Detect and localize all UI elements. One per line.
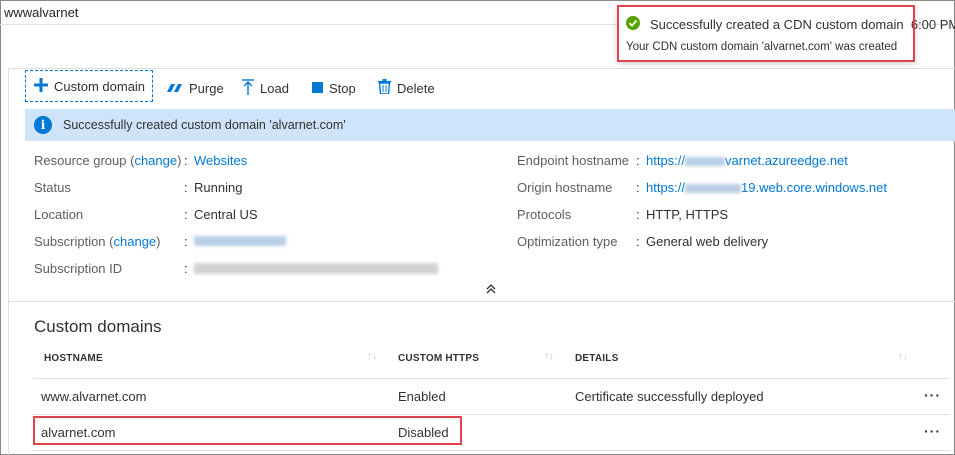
column-header-details[interactable]: DETAILS (575, 353, 618, 364)
subscription-change-link[interactable]: change (114, 234, 157, 249)
custom-domains-title: Custom domains (34, 317, 162, 336)
blade-left-border (8, 68, 9, 455)
origin-redacted (685, 184, 742, 194)
colon: : (184, 234, 188, 249)
trash-icon (378, 79, 391, 97)
colon: : (184, 261, 188, 276)
plus-icon (34, 77, 48, 95)
custom-domain-button[interactable]: Custom domain (25, 70, 153, 102)
protocols-label: Protocols (517, 207, 572, 222)
blade-top-border (8, 68, 955, 69)
https-cell: Enabled (398, 389, 446, 404)
row-divider (33, 414, 950, 415)
subscription-redacted[interactable] (194, 236, 286, 246)
custom-domain-label: Custom domain (54, 78, 146, 94)
toast-highlight-outline (617, 5, 915, 62)
details-cell: Certificate successfully deployed (575, 389, 764, 404)
delete-label: Delete (397, 80, 435, 96)
colon: : (184, 153, 188, 168)
colon: : (636, 207, 640, 222)
location-label: Location (34, 207, 84, 222)
stop-icon (312, 81, 323, 96)
collapse-essentials-icon[interactable] (486, 284, 496, 297)
column-header-hostname[interactable]: HOSTNAME (44, 353, 103, 364)
hostname-cell: www.alvarnet.com (41, 389, 147, 404)
colon: : (636, 153, 640, 168)
load-label: Load (260, 80, 289, 96)
subscription-label: Subscription (change) (34, 234, 161, 249)
toast-time: 6:00 PM (910, 17, 955, 32)
stop-button[interactable]: Stop (312, 73, 356, 103)
load-button[interactable]: Load (242, 73, 289, 103)
resource-group-change-link[interactable]: change (134, 153, 177, 168)
origin-hostname-label: Origin hostname (517, 180, 613, 195)
sort-icon[interactable]: ↑↓ (544, 351, 554, 362)
status-value: Running (194, 180, 243, 195)
column-header-custom-https[interactable]: CUSTOM HTTPS (398, 353, 479, 364)
info-banner: i Successfully created custom domain 'al… (25, 109, 955, 141)
resource-group-link[interactable]: Websites (194, 153, 247, 168)
load-icon (242, 78, 254, 98)
banner-message: Successfully created custom domain 'alva… (63, 118, 346, 132)
subscription-id-label: Subscription ID (34, 261, 123, 276)
optimization-type-value: General web delivery (646, 234, 769, 249)
delete-button[interactable]: Delete (378, 73, 435, 103)
info-icon: i (34, 116, 52, 134)
colon: : (636, 180, 640, 195)
window-title: wwwalvarnet (4, 5, 79, 20)
colon: : (184, 207, 188, 222)
more-options-icon[interactable]: ··· (924, 423, 941, 439)
colon: : (636, 234, 640, 249)
resource-group-label: Resource group (change) (34, 153, 182, 168)
essentials-divider (8, 301, 955, 302)
origin-hostname-link[interactable]: https://19.web.core.windows.net (646, 180, 887, 195)
protocols-value: HTTP, HTTPS (646, 207, 729, 222)
table-header-divider (33, 378, 950, 379)
endpoint-hostname-link[interactable]: https://varnet.azureedge.net (646, 153, 848, 168)
purge-label: Purge (189, 80, 224, 96)
row-divider (33, 450, 950, 451)
subscription-id-redacted (194, 263, 438, 274)
more-options-icon[interactable]: ··· (924, 387, 941, 403)
status-label: Status (34, 180, 71, 195)
endpoint-hostname-label: Endpoint hostname (517, 153, 630, 168)
location-value: Central US (194, 207, 258, 222)
purge-icon (166, 81, 183, 96)
purge-button[interactable]: Purge (166, 73, 224, 103)
sort-icon[interactable]: ↑↓ (898, 351, 908, 362)
sort-icon[interactable]: ↑↓ (367, 351, 377, 362)
colon: : (184, 180, 188, 195)
endpoint-redacted (685, 157, 726, 167)
stop-label: Stop (329, 80, 356, 96)
optimization-type-label: Optimization type (517, 234, 618, 249)
row-highlight-outline (33, 416, 462, 445)
